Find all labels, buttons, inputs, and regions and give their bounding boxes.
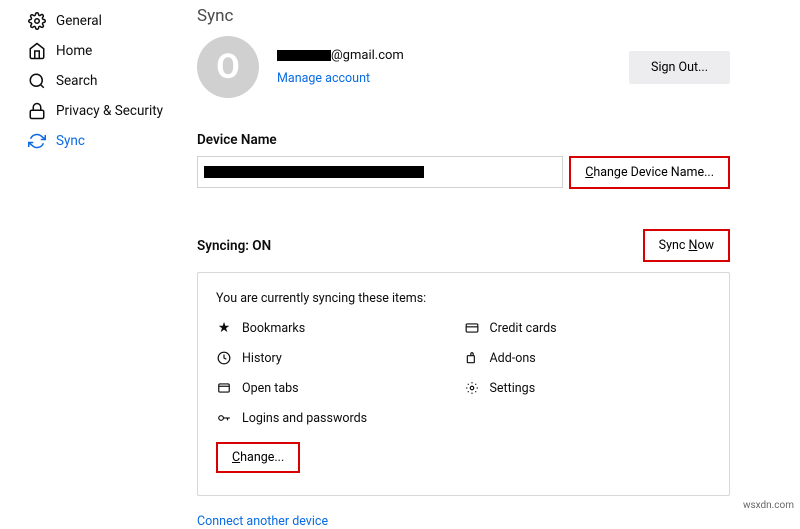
syncing-intro: You are currently syncing these items: bbox=[216, 291, 711, 306]
sidebar-label-general: General bbox=[56, 13, 102, 29]
sync-icon bbox=[28, 132, 46, 150]
account-row: O @gmail.com Manage account Sign Out... bbox=[197, 36, 730, 98]
sidebar-item-general[interactable]: General bbox=[28, 6, 197, 36]
sidebar-label-search: Search bbox=[56, 73, 97, 89]
device-name-field[interactable] bbox=[197, 156, 563, 188]
redacted-email-user bbox=[277, 50, 331, 61]
change-device-name-button[interactable]: CChange Device Name...hange Device Name.… bbox=[569, 156, 730, 189]
change-sync-items-button[interactable]: Change...Change... bbox=[216, 442, 300, 473]
account-info: @gmail.com Manage account bbox=[277, 48, 611, 86]
syncing-title: Syncing: ON bbox=[197, 238, 271, 254]
account-email: @gmail.com bbox=[277, 48, 611, 63]
sidebar-label-sync: Sync bbox=[56, 133, 85, 149]
puzzle-icon bbox=[464, 350, 480, 366]
sync-item-opentabs: Open tabs bbox=[216, 380, 464, 396]
key-icon bbox=[216, 410, 232, 426]
avatar: O bbox=[197, 36, 259, 98]
watermark: wsxdn.com bbox=[743, 500, 794, 511]
main-content: Sync O @gmail.com Manage account Sign Ou… bbox=[197, 0, 800, 513]
home-icon bbox=[28, 42, 46, 60]
sidebar-label-home: Home bbox=[56, 43, 92, 59]
sync-item-addons: Add-ons bbox=[464, 350, 712, 366]
redacted-device-name bbox=[204, 166, 424, 178]
manage-account-link[interactable]: Manage account bbox=[277, 71, 611, 86]
sidebar-item-home[interactable]: Home bbox=[28, 36, 197, 66]
sync-item-logins: Logins and passwords bbox=[216, 410, 464, 426]
sync-item-bookmarks: ★ Bookmarks bbox=[216, 320, 464, 336]
sidebar: General Home Search Privacy & Security S… bbox=[0, 0, 197, 513]
star-icon: ★ bbox=[216, 320, 232, 336]
sync-now-button[interactable]: Sync NowSync Now bbox=[643, 229, 730, 262]
gear-small-icon bbox=[464, 380, 480, 396]
lock-icon bbox=[28, 102, 46, 120]
sidebar-item-privacy[interactable]: Privacy & Security bbox=[28, 96, 197, 126]
sync-item-cards: Credit cards bbox=[464, 320, 712, 336]
sign-out-button[interactable]: Sign Out... bbox=[629, 51, 730, 84]
syncing-header: Syncing: ON Sync NowSync Now bbox=[197, 229, 730, 262]
sidebar-item-sync[interactable]: Sync bbox=[28, 126, 197, 156]
sync-item-settings: Settings bbox=[464, 380, 712, 396]
gear-icon bbox=[28, 12, 46, 30]
sync-item-history: History bbox=[216, 350, 464, 366]
email-suffix: @gmail.com bbox=[331, 48, 404, 63]
syncing-card: You are currently syncing these items: ★… bbox=[197, 272, 730, 496]
clock-icon bbox=[216, 350, 232, 366]
card-icon bbox=[464, 320, 480, 336]
window-icon bbox=[216, 380, 232, 396]
device-name-label: Device Name bbox=[197, 132, 730, 148]
search-icon bbox=[28, 72, 46, 90]
device-name-row: CChange Device Name...hange Device Name.… bbox=[197, 156, 730, 189]
sidebar-item-search[interactable]: Search bbox=[28, 66, 197, 96]
connect-device-link[interactable]: Connect another device bbox=[197, 514, 328, 529]
sidebar-label-privacy: Privacy & Security bbox=[56, 103, 163, 119]
page-title: Sync bbox=[197, 6, 730, 26]
